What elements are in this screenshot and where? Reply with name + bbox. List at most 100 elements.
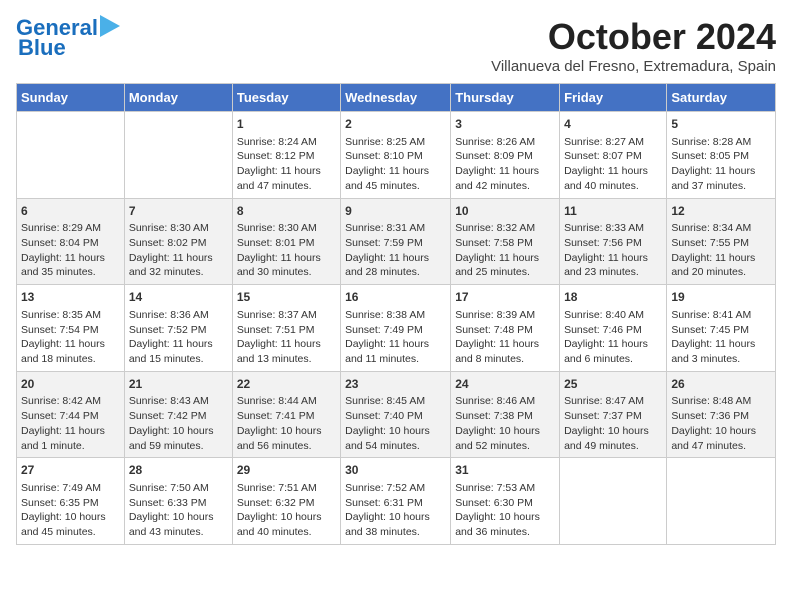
day-number: 25 [564,376,662,393]
calendar-cell: 25Sunrise: 8:47 AM Sunset: 7:37 PM Dayli… [560,371,667,458]
calendar-cell: 13 Sunrise: 8:35 AM Sunset: 7:54 PM Dayli… [17,285,125,372]
header-row: SundayMondayTuesdayWednesdayThursdayFrid… [17,84,776,112]
day-info: Sunrise: 8:28 AM Sunset: 8:05 PM Dayligh… [671,135,771,194]
day-info: Sunrise: 7:50 AM Sunset: 6:33 PM Dayligh… [129,481,228,540]
calendar-cell: 22Sunrise: 8:44 AM Sunset: 7:41 PM Dayli… [232,371,340,458]
day-number: 16 [345,289,446,306]
calendar-week-1: 1 Sunrise: 8:24 AM Sunset: 8:12 PM Daylig… [17,112,776,199]
day-info: Sunrise: 8:40 AM Sunset: 7:46 PM Dayligh… [564,308,662,367]
calendar-week-2: 6Sunrise: 8:29 AM Sunset: 8:04 PM Daylig… [17,198,776,285]
calendar-cell: 26Sunrise: 8:48 AM Sunset: 7:36 PM Dayli… [667,371,776,458]
calendar-cell: 6Sunrise: 8:29 AM Sunset: 8:04 PM Daylig… [17,198,125,285]
calendar-cell: 28 Sunrise: 7:50 AM Sunset: 6:33 PM Dayli… [124,458,232,545]
calendar-cell: 16 Sunrise: 8:38 AM Sunset: 7:49 PM Dayli… [341,285,451,372]
calendar-cell: 27Sunrise: 7:49 AM Sunset: 6:35 PM Dayli… [17,458,125,545]
month-title: October 2024 [491,16,776,58]
col-header-sunday: Sunday [17,84,125,112]
calendar-table: SundayMondayTuesdayWednesdayThursdayFrid… [16,83,776,545]
day-number: 22 [237,376,336,393]
title-block: October 2024 Villanueva del Fresno, Extr… [491,16,776,75]
day-number: 20 [21,376,120,393]
calendar-cell: 30 Sunrise: 7:52 AM Sunset: 6:31 PM Dayli… [341,458,451,545]
day-number: 23 [345,376,446,393]
day-info: Sunrise: 8:44 AM Sunset: 7:41 PM Dayligh… [237,394,336,453]
calendar-cell: 19 Sunrise: 8:41 AM Sunset: 7:45 PM Dayli… [667,285,776,372]
calendar-cell: 8Sunrise: 8:30 AM Sunset: 8:01 PM Daylig… [232,198,340,285]
day-number: 9 [345,203,446,220]
day-number: 1 [237,116,336,133]
logo: General Blue [16,16,124,60]
calendar-cell: 7Sunrise: 8:30 AM Sunset: 8:02 PM Daylig… [124,198,232,285]
day-number: 7 [129,203,228,220]
day-number: 5 [671,116,771,133]
day-info: Sunrise: 8:46 AM Sunset: 7:38 PM Dayligh… [455,394,555,453]
day-info: Sunrise: 8:24 AM Sunset: 8:12 PM Dayligh… [237,135,336,194]
day-info: Sunrise: 8:32 AM Sunset: 7:58 PM Dayligh… [455,221,555,280]
day-number: 10 [455,203,555,220]
day-number: 4 [564,116,662,133]
calendar-cell: 5 Sunrise: 8:28 AM Sunset: 8:05 PM Daylig… [667,112,776,199]
day-number: 15 [237,289,336,306]
col-header-friday: Friday [560,84,667,112]
calendar-cell: 29 Sunrise: 7:51 AM Sunset: 6:32 PM Dayli… [232,458,340,545]
calendar-cell: 15 Sunrise: 8:37 AM Sunset: 7:51 PM Dayli… [232,285,340,372]
calendar-cell: 1 Sunrise: 8:24 AM Sunset: 8:12 PM Daylig… [232,112,340,199]
col-header-wednesday: Wednesday [341,84,451,112]
calendar-week-3: 13 Sunrise: 8:35 AM Sunset: 7:54 PM Dayli… [17,285,776,372]
col-header-tuesday: Tuesday [232,84,340,112]
calendar-cell [17,112,125,199]
day-number: 31 [455,462,555,479]
calendar-cell: 9Sunrise: 8:31 AM Sunset: 7:59 PM Daylig… [341,198,451,285]
day-info: Sunrise: 8:45 AM Sunset: 7:40 PM Dayligh… [345,394,446,453]
day-info: Sunrise: 8:25 AM Sunset: 8:10 PM Dayligh… [345,135,446,194]
calendar-cell: 20Sunrise: 8:42 AM Sunset: 7:44 PM Dayli… [17,371,125,458]
day-info: Sunrise: 8:30 AM Sunset: 8:02 PM Dayligh… [129,221,228,280]
day-number: 14 [129,289,228,306]
calendar-cell: 4Sunrise: 8:27 AM Sunset: 8:07 PM Daylig… [560,112,667,199]
day-number: 28 [129,462,228,479]
calendar-cell [124,112,232,199]
calendar-cell [560,458,667,545]
day-number: 13 [21,289,120,306]
day-number: 19 [671,289,771,306]
day-info: Sunrise: 8:43 AM Sunset: 7:42 PM Dayligh… [129,394,228,453]
day-info: Sunrise: 8:34 AM Sunset: 7:55 PM Dayligh… [671,221,771,280]
day-info: Sunrise: 8:31 AM Sunset: 7:59 PM Dayligh… [345,221,446,280]
day-number: 11 [564,203,662,220]
col-header-monday: Monday [124,84,232,112]
calendar-cell: 11Sunrise: 8:33 AM Sunset: 7:56 PM Dayli… [560,198,667,285]
calendar-week-4: 20Sunrise: 8:42 AM Sunset: 7:44 PM Dayli… [17,371,776,458]
header: General Blue October 2024 Villanueva del… [16,16,776,75]
calendar-cell: 31 Sunrise: 7:53 AM Sunset: 6:30 PM Dayli… [451,458,560,545]
day-number: 29 [237,462,336,479]
day-info: Sunrise: 7:53 AM Sunset: 6:30 PM Dayligh… [455,481,555,540]
calendar-cell: 14 Sunrise: 8:36 AM Sunset: 7:52 PM Dayli… [124,285,232,372]
day-info: Sunrise: 8:30 AM Sunset: 8:01 PM Dayligh… [237,221,336,280]
day-info: Sunrise: 8:29 AM Sunset: 8:04 PM Dayligh… [21,221,120,280]
day-number: 17 [455,289,555,306]
day-number: 27 [21,462,120,479]
calendar-cell: 18 Sunrise: 8:40 AM Sunset: 7:46 PM Dayli… [560,285,667,372]
day-info: Sunrise: 8:37 AM Sunset: 7:51 PM Dayligh… [237,308,336,367]
day-number: 26 [671,376,771,393]
day-info: Sunrise: 7:51 AM Sunset: 6:32 PM Dayligh… [237,481,336,540]
day-number: 21 [129,376,228,393]
logo-blue-text: Blue [18,36,66,60]
location-subtitle: Villanueva del Fresno, Extremadura, Spai… [491,58,776,75]
day-info: Sunrise: 8:35 AM Sunset: 7:54 PM Dayligh… [21,308,120,367]
day-info: Sunrise: 8:36 AM Sunset: 7:52 PM Dayligh… [129,308,228,367]
day-number: 2 [345,116,446,133]
day-info: Sunrise: 8:33 AM Sunset: 7:56 PM Dayligh… [564,221,662,280]
calendar-cell: 10Sunrise: 8:32 AM Sunset: 7:58 PM Dayli… [451,198,560,285]
col-header-thursday: Thursday [451,84,560,112]
day-info: Sunrise: 8:38 AM Sunset: 7:49 PM Dayligh… [345,308,446,367]
calendar-cell: 24Sunrise: 8:46 AM Sunset: 7:38 PM Dayli… [451,371,560,458]
calendar-cell: 2 Sunrise: 8:25 AM Sunset: 8:10 PM Daylig… [341,112,451,199]
day-info: Sunrise: 8:41 AM Sunset: 7:45 PM Dayligh… [671,308,771,367]
day-number: 8 [237,203,336,220]
day-number: 6 [21,203,120,220]
day-number: 30 [345,462,446,479]
col-header-saturday: Saturday [667,84,776,112]
day-number: 18 [564,289,662,306]
day-info: Sunrise: 7:52 AM Sunset: 6:31 PM Dayligh… [345,481,446,540]
